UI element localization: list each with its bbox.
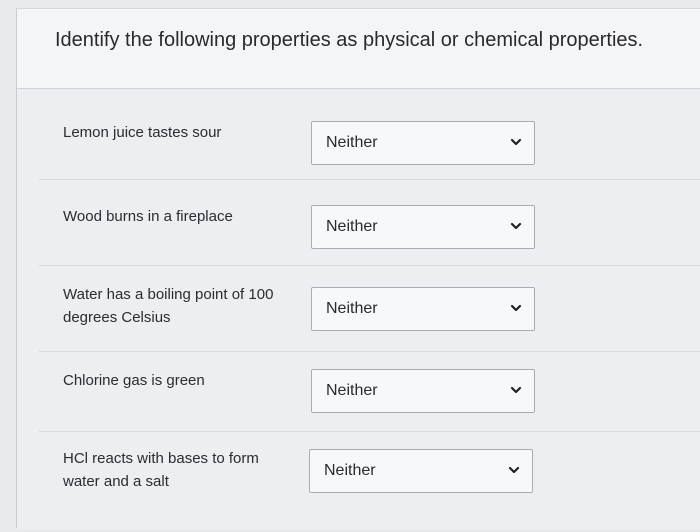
classification-dropdown[interactable]: Neither [311,121,535,165]
property-row: Wood burns in a fireplace Neither [17,189,700,271]
question-header: Identify the following properties as phy… [17,9,700,89]
property-prompt: Chlorine gas is green [63,372,205,389]
dropdown-selected-value: Neither [324,462,376,479]
chevron-down-icon [510,136,522,148]
property-row: HCl reacts with bases to form water and … [17,441,700,523]
dropdown-selected-value: Neither [326,382,378,399]
answer-area: Lemon juice tastes sour Neither Wood bur… [17,89,700,529]
property-row: Water has a boiling point of 100 degrees… [17,275,700,357]
question-instruction: Identify the following properties as phy… [55,29,644,51]
classification-dropdown[interactable]: Neither [311,287,535,331]
classification-dropdown[interactable]: Neither [311,369,535,413]
question-panel: Identify the following properties as phy… [16,8,700,529]
property-prompt: Wood burns in a fireplace [63,208,233,225]
dropdown-selected-value: Neither [326,218,378,235]
chevron-down-icon [510,384,522,396]
chevron-down-icon [510,302,522,314]
row-divider [39,431,700,432]
property-prompt: Water has a boiling point of 100 degrees… [63,286,274,326]
property-prompt: Lemon juice tastes sour [63,124,222,141]
classification-dropdown[interactable]: Neither [311,205,535,249]
property-prompt: HCl reacts with bases to form water and … [63,450,259,490]
dropdown-selected-value: Neither [326,134,378,151]
row-divider [39,265,700,266]
property-row: Lemon juice tastes sour Neither [17,103,700,185]
chevron-down-icon [508,464,520,476]
chevron-down-icon [510,220,522,232]
row-divider [39,351,700,352]
row-divider [39,179,700,180]
dropdown-selected-value: Neither [326,300,378,317]
classification-dropdown[interactable]: Neither [309,449,533,493]
